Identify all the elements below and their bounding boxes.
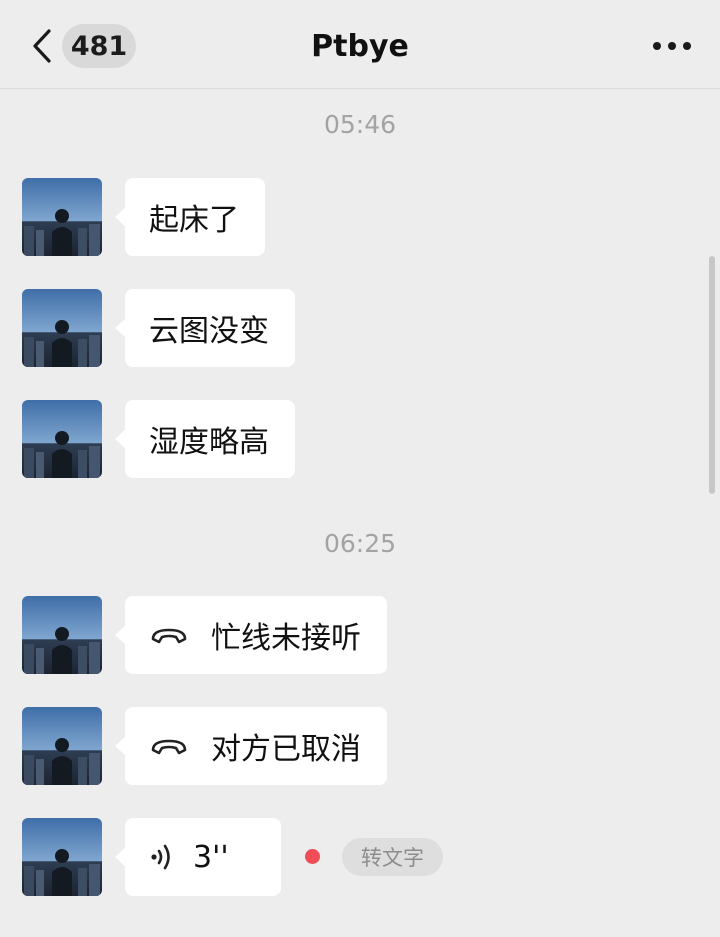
voice-wave-icon [149, 842, 175, 872]
avatar[interactable] [22, 596, 102, 674]
voice-message-bubble[interactable]: 3'' [115, 818, 281, 896]
unread-dot [305, 849, 320, 864]
back-chevron-icon [33, 29, 51, 63]
message-row: 云图没变 [22, 289, 702, 369]
message-row: 忙线未接听 [22, 596, 702, 676]
avatar[interactable] [22, 707, 102, 785]
unread-count-badge[interactable]: 481 [62, 24, 136, 68]
avatar[interactable] [22, 178, 102, 256]
message-row: 湿度略高 [22, 400, 702, 480]
message-row: 起床了 [22, 178, 702, 258]
call-status-text: 忙线未接听 [211, 621, 361, 656]
call-status-text: 对方已取消 [211, 732, 361, 767]
message-bubble[interactable]: 湿度略高 [115, 400, 295, 478]
message-row: 对方已取消 [22, 707, 702, 787]
more-dots-icon [653, 42, 691, 50]
chat-title: Ptbye [311, 28, 409, 64]
scrollbar[interactable] [709, 256, 715, 494]
message-text: 起床了 [149, 203, 239, 238]
call-message-bubble[interactable]: 对方已取消 [115, 707, 387, 785]
back-button[interactable] [22, 24, 62, 68]
chat-header: 481 Ptbye [0, 0, 720, 89]
phone-hangup-icon [149, 731, 189, 761]
timestamp: 06:25 [323, 529, 397, 558]
avatar[interactable] [22, 400, 102, 478]
phone-hangup-icon [149, 620, 189, 650]
voice-duration: 3'' [193, 839, 229, 875]
message-row: 3'' 转文字 [22, 818, 702, 898]
message-text: 湿度略高 [149, 425, 269, 460]
avatar[interactable] [22, 289, 102, 367]
message-text: 云图没变 [149, 314, 269, 349]
avatar[interactable] [22, 818, 102, 896]
call-message-bubble[interactable]: 忙线未接听 [115, 596, 387, 674]
convert-to-text-button[interactable]: 转文字 [342, 838, 443, 876]
message-bubble[interactable]: 云图没变 [115, 289, 295, 367]
timestamp: 05:46 [323, 110, 397, 139]
message-bubble[interactable]: 起床了 [115, 178, 265, 256]
more-button[interactable] [650, 30, 694, 62]
